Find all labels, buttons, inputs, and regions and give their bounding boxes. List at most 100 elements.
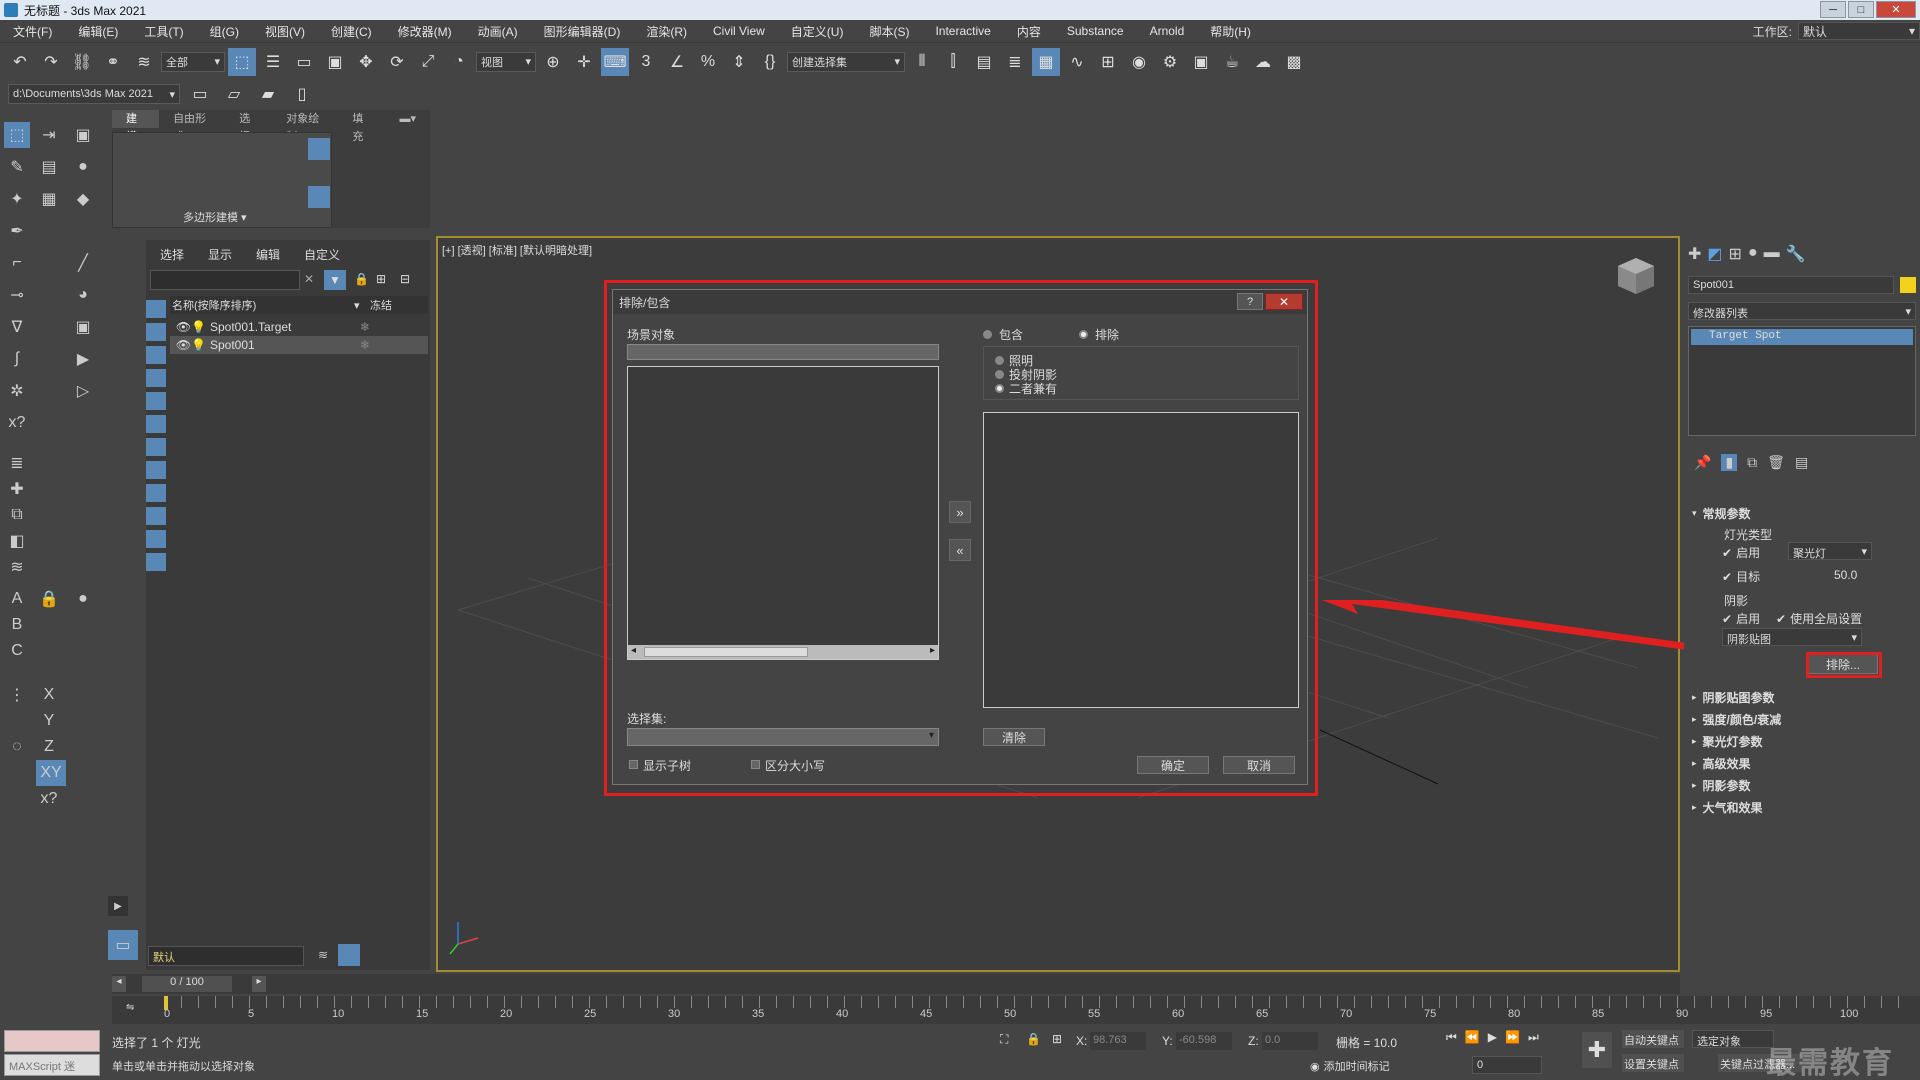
axis-y-icon[interactable]: Y: [36, 708, 62, 734]
section-intensity-color[interactable]: ▸ 强度/颜色/衰减: [1692, 710, 1914, 728]
ribbon-tab-object-paint[interactable]: 对象绘制: [272, 110, 338, 143]
dialog-help-button[interactable]: ?: [1237, 293, 1263, 310]
brush-icon[interactable]: ╱: [70, 250, 96, 276]
object-icon[interactable]: ◆: [70, 186, 96, 212]
section-spotlight-params[interactable]: ▸ 聚光灯参数: [1692, 732, 1914, 750]
scrollbar-thumb[interactable]: [644, 647, 808, 657]
menu-view[interactable]: 视图(V): [252, 23, 318, 40]
col-name[interactable]: 名称(按降序排序): [170, 297, 354, 313]
section-shadow-params[interactable]: ▸ 阴影参数: [1692, 776, 1914, 794]
x-coord-field[interactable]: 98.763: [1090, 1032, 1146, 1050]
both-radio[interactable]: [995, 384, 1004, 393]
target-distance-value[interactable]: 50.0: [1834, 568, 1857, 582]
cameras-filter-icon[interactable]: [146, 369, 166, 387]
maxscript-input[interactable]: MAXScript 迷: [4, 1054, 100, 1076]
visibility-light-icon[interactable]: 👁💡: [170, 320, 210, 334]
visibility-light-icon[interactable]: 👁💡: [170, 338, 210, 352]
filter-icon[interactable]: ▼: [324, 270, 346, 290]
menu-tools[interactable]: 工具(T): [131, 23, 196, 40]
move-icon[interactable]: ✥: [352, 48, 380, 76]
text-a-icon[interactable]: A: [4, 586, 30, 612]
show-subtree-checkbox[interactable]: [629, 760, 638, 769]
link-icon[interactable]: ⛓: [68, 48, 96, 76]
display-icon[interactable]: ▤: [36, 154, 62, 180]
exclude-radio[interactable]: [1079, 330, 1088, 339]
menu-content[interactable]: 内容: [1004, 23, 1054, 40]
link-tool-icon[interactable]: ⇥: [36, 122, 62, 148]
hierarchy-icon[interactable]: ⊞: [376, 272, 386, 286]
case-sensitive-checkbox[interactable]: [751, 760, 760, 769]
xyz-icon[interactable]: x?: [4, 410, 30, 436]
play-icon[interactable]: ▶: [70, 346, 96, 372]
open-folder-icon[interactable]: ▱: [220, 80, 248, 108]
freeze-icon[interactable]: ❄: [360, 320, 370, 334]
media-icon[interactable]: ▷: [70, 378, 96, 404]
layer-manager-icon[interactable]: [338, 944, 360, 966]
bones-filter-icon[interactable]: [146, 484, 166, 502]
named-selection-dropdown[interactable]: 创建选择集 ▾: [787, 51, 905, 72]
go-to-start-icon[interactable]: ⏮: [1446, 1030, 1457, 1045]
move-right-button[interactable]: »: [949, 501, 971, 523]
add-time-tag[interactable]: ◉ 添加时间标记: [1310, 1058, 1390, 1074]
ok-button[interactable]: 确定: [1137, 756, 1209, 774]
menu-substance[interactable]: Substance: [1054, 24, 1137, 38]
make-unique-icon[interactable]: ⧉: [1747, 454, 1757, 471]
project-folder-icon[interactable]: ▭: [186, 80, 214, 108]
go-to-end-icon[interactable]: ⏭: [1528, 1030, 1539, 1045]
stack-icon[interactable]: ▦: [36, 186, 62, 212]
snap-3d-icon[interactable]: 3: [632, 48, 660, 76]
display-tab-icon[interactable]: ▬: [1764, 244, 1780, 268]
include-radio[interactable]: [983, 330, 992, 339]
frame-indicator[interactable]: 0 / 100: [142, 976, 232, 992]
shadow-type-dropdown[interactable]: 阴影贴图 ▾: [1722, 628, 1862, 646]
ribbon-tool-icon[interactable]: [308, 138, 330, 160]
menu-create[interactable]: 创建(C): [318, 23, 385, 40]
scene-objects-hscrollbar[interactable]: ◂ ▸: [628, 645, 938, 659]
dialog-close-button[interactable]: ✕: [1265, 293, 1303, 310]
selection-lock-icon[interactable]: 🔒: [1026, 1032, 1041, 1046]
lights-filter-icon[interactable]: [146, 346, 166, 364]
scene-menu-edit[interactable]: 编辑: [256, 246, 280, 263]
minimize-button[interactable]: ─: [1820, 1, 1846, 18]
section-atmospheres-effects[interactable]: ▸ 大气和效果: [1692, 798, 1914, 816]
shapes-filter-icon[interactable]: [146, 323, 166, 341]
menu-animation[interactable]: 动画(A): [465, 23, 531, 40]
menu-customize[interactable]: 自定义(U): [778, 23, 857, 40]
current-frame-field[interactable]: 0: [1472, 1056, 1542, 1074]
section-advanced-effects[interactable]: ▸ 高级效果: [1692, 754, 1914, 772]
manipulate-icon[interactable]: ✛: [570, 48, 598, 76]
project-paths-icon[interactable]: ▯: [288, 80, 316, 108]
lock-icon[interactable]: 🔒: [36, 586, 62, 612]
key-mode-dropdown[interactable]: 选定对象: [1692, 1030, 1774, 1048]
axis-x-icon[interactable]: X: [36, 682, 62, 708]
percent-snap-icon[interactable]: %: [694, 48, 722, 76]
add-icon[interactable]: ✚: [4, 476, 30, 502]
menu-file[interactable]: 文件(F): [0, 23, 65, 40]
text-c-icon[interactable]: C: [4, 638, 30, 664]
toggle-scene-explorer-icon[interactable]: ▤: [970, 48, 998, 76]
scroll-right-icon[interactable]: ▸: [930, 645, 935, 656]
section-general-params[interactable]: ▾ 常规参数: [1692, 504, 1914, 522]
scene-objects-list[interactable]: ◂ ▸: [627, 366, 939, 660]
wand-icon[interactable]: ✦: [4, 186, 30, 212]
pin-icon[interactable]: ⊸: [4, 282, 30, 308]
helpers-filter-icon[interactable]: [146, 392, 166, 410]
menu-graph-editors[interactable]: 图形编辑器(D): [531, 23, 634, 40]
lighting-radio[interactable]: [995, 356, 1004, 365]
ribbon-tool2-icon[interactable]: [308, 186, 330, 208]
edit-named-selection-icon[interactable]: {}: [756, 48, 784, 76]
keyboard-shortcut-override-icon[interactable]: ⌨: [601, 47, 629, 76]
axis-icon[interactable]: ⋮: [4, 682, 30, 708]
pen-icon[interactable]: ✒: [4, 218, 30, 244]
object-color-swatch[interactable]: [1900, 277, 1916, 293]
selection-set-dropdown[interactable]: ▾: [627, 728, 939, 746]
menu-civil-view[interactable]: Civil View: [700, 24, 778, 38]
menu-arnold[interactable]: Arnold: [1137, 24, 1198, 38]
configure-sets-icon[interactable]: ▤: [1795, 454, 1808, 471]
menu-group[interactable]: 组(G): [197, 23, 252, 40]
play-icon[interactable]: ▶: [1488, 1030, 1497, 1045]
menu-modifiers[interactable]: 修改器(M): [385, 23, 465, 40]
select-icon[interactable]: ⬚: [4, 122, 30, 148]
axis-x2-icon[interactable]: x?: [36, 786, 62, 812]
scroll-left-icon[interactable]: ◂: [631, 645, 636, 656]
